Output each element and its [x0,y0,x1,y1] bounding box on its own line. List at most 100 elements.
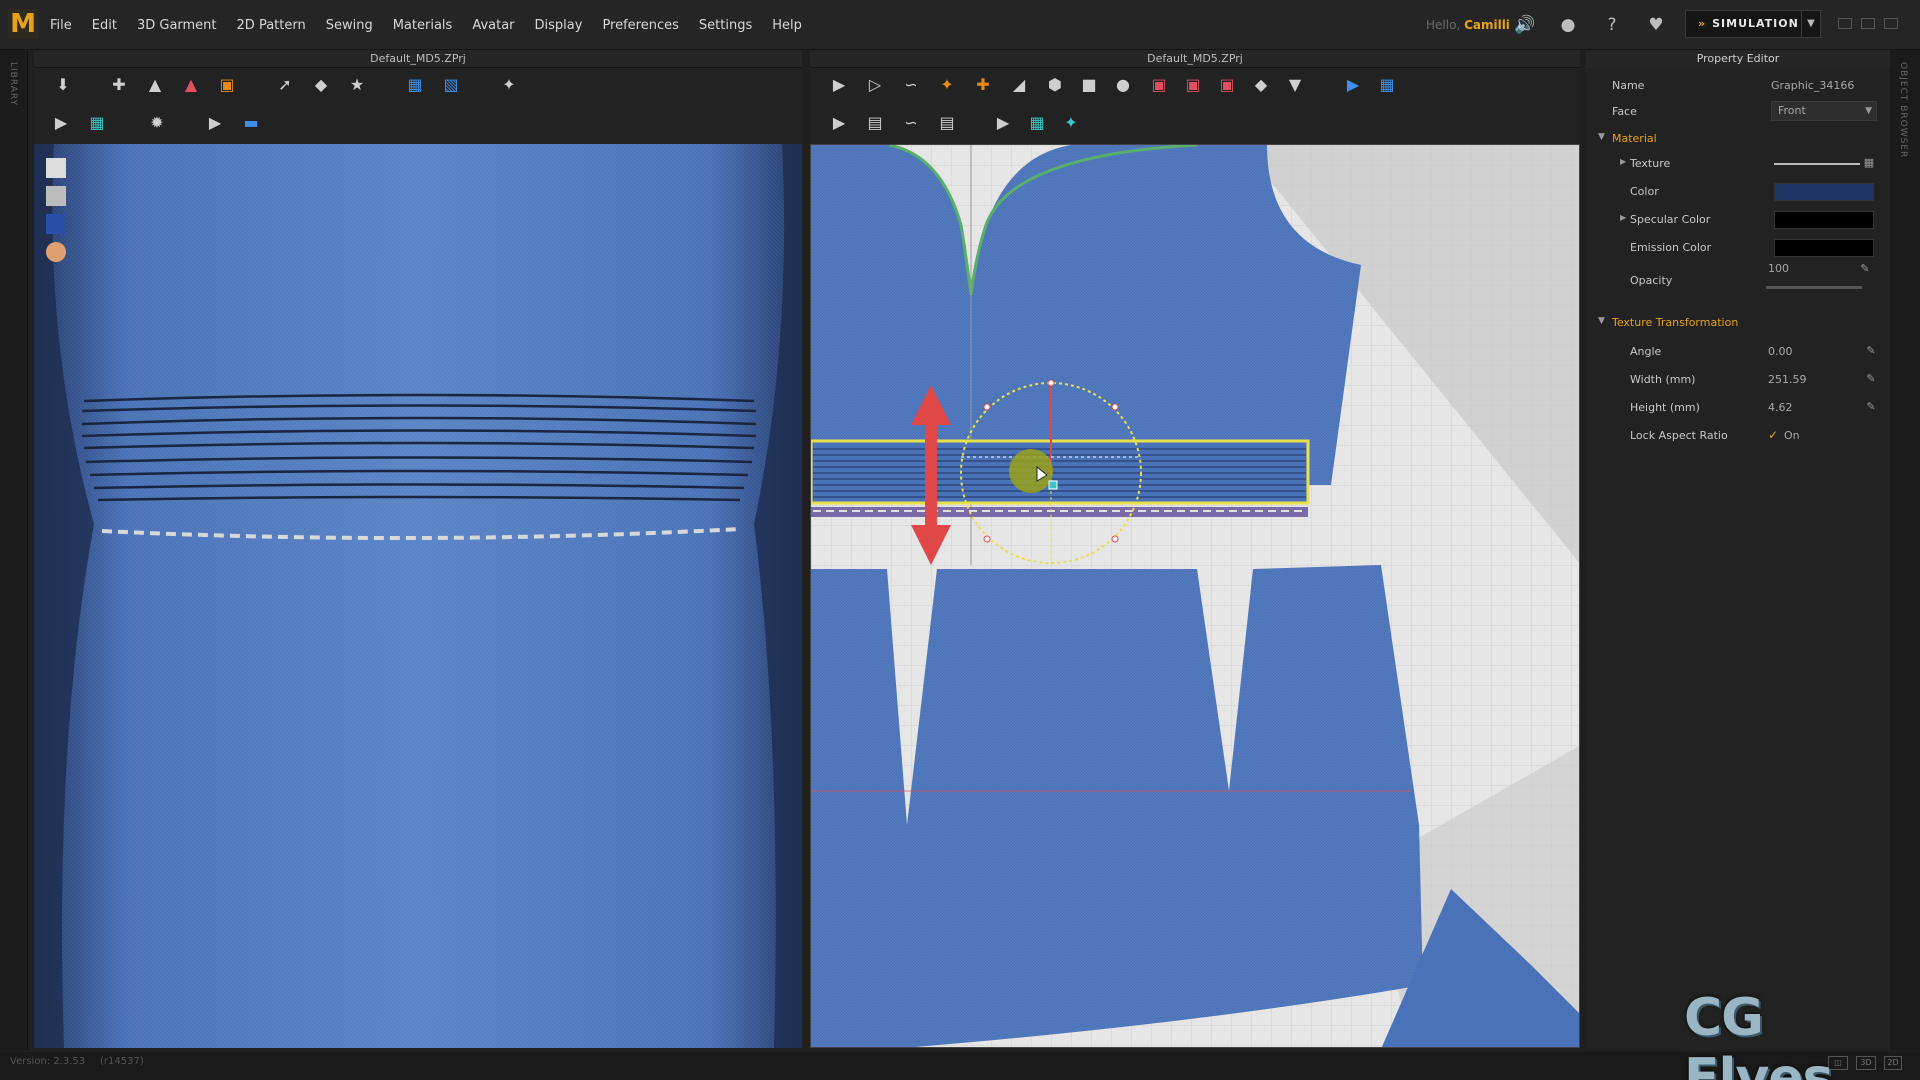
object-browser-tab[interactable]: OBJECT BROWSER [1898,62,1908,158]
fold-arrange-icon[interactable]: ▼ [1280,70,1310,100]
menu-preferences[interactable]: Preferences [602,18,678,33]
segment-sewing-icon[interactable]: ▶ [1338,70,1368,100]
internal-circle-icon[interactable]: ▣ [1212,70,1242,100]
avatar-body-icon[interactable] [46,186,66,206]
close-button[interactable] [1884,18,1898,29]
texture-grid-icon[interactable]: ▦ [82,108,112,138]
garment-icon[interactable]: ▲ [176,70,206,100]
add-point-icon[interactable]: ✚ [968,70,998,100]
edit-pattern-icon[interactable]: ▶ [824,70,854,100]
face-dropdown[interactable]: Front ▼ [1771,101,1877,121]
material-section-header[interactable]: ▼ Material [1586,128,1890,150]
garment-display-icon[interactable] [46,214,66,234]
menu-3d-garment[interactable]: 3D Garment [137,18,217,33]
menu-display[interactable]: Display [535,18,583,33]
edit-curve-icon[interactable]: ∽ [896,70,926,100]
trace-icon[interactable]: ▤ [932,108,962,138]
menu-settings[interactable]: Settings [699,18,752,33]
expand-triangle-icon[interactable]: ▶ [1620,213,1626,222]
button-icon[interactable]: ✹ [142,108,172,138]
simulation-button[interactable]: » SIMULATION [1685,10,1802,38]
dart-icon[interactable]: ◆ [1246,70,1276,100]
eraser-icon[interactable]: ◆ [306,70,336,100]
viewport-3d[interactable] [34,144,802,1048]
opacity-value[interactable]: 100 [1768,262,1789,275]
library-tab[interactable]: LIBRARY [8,62,18,106]
topstitch-icon[interactable]: ▶ [200,108,230,138]
polygon-icon[interactable]: ⬢ [1040,70,1070,100]
viewport-2d[interactable] [810,144,1580,1048]
minimize-button[interactable] [1838,18,1852,29]
edit-point-icon[interactable]: ▷ [860,70,890,100]
menu-avatar[interactable]: Avatar [472,18,514,33]
texture-transform-icon[interactable]: ▶ [824,108,854,138]
garment-select-icon[interactable]: ▲ [140,70,170,100]
pin-icon[interactable]: ▣ [212,70,242,100]
internal-polygon-icon[interactable]: ▣ [1178,70,1208,100]
mode-dropdown-arrow[interactable]: ▼ [1801,10,1821,38]
texture-browse-icon[interactable]: ▦ [1862,156,1876,170]
user-icon[interactable]: ● [1557,14,1579,36]
user-name[interactable]: Camilli [1464,18,1510,32]
arrange-icon[interactable]: ▦ [400,70,430,100]
pencil-icon[interactable]: ✎ [1858,262,1872,276]
avatar-head-icon[interactable] [46,158,66,178]
menu-materials[interactable]: Materials [393,18,453,33]
community-icon[interactable]: ♥ [1645,14,1667,36]
library-strip[interactable] [0,50,28,1050]
graphic-place-icon[interactable]: ✦ [1056,108,1086,138]
menu-sewing[interactable]: Sewing [326,18,373,33]
garment-3d-render[interactable] [34,144,802,1048]
user-greeting: Hello, Camilli [1426,18,1510,32]
help-icon[interactable]: ? [1601,14,1623,36]
free-sewing-icon[interactable]: ▦ [1372,70,1402,100]
color-swatch[interactable] [1774,183,1874,201]
edit-sewing-icon[interactable]: ∽ [896,108,926,138]
pattern-2d-canvas[interactable] [811,145,1580,1048]
menu-help[interactable]: Help [772,18,802,33]
avatar-pose-icon[interactable]: ★ [342,70,372,100]
graphic-select-icon[interactable]: ▶ [988,108,1018,138]
segment-icon[interactable]: ◢ [1004,70,1034,100]
menu-file[interactable]: File [50,18,72,33]
pencil-icon[interactable]: ✎ [1864,344,1878,358]
menu-edit[interactable]: Edit [92,18,117,33]
avatar-skin-icon[interactable] [46,242,66,262]
pencil-icon[interactable]: ✎ [1864,400,1878,414]
graphic-icon[interactable]: ▦ [1022,108,1052,138]
texture-transform-section-header[interactable]: ▼ Texture Transformation [1586,312,1890,334]
curve-point-icon[interactable]: ✦ [932,70,962,100]
emission-swatch[interactable] [1774,239,1874,257]
fitting-icon[interactable]: ▧ [436,70,466,100]
pencil-icon[interactable]: ✎ [1864,372,1878,386]
brush-icon[interactable]: ➚ [270,70,300,100]
height-value[interactable]: 4.62 [1768,401,1793,414]
opacity-slider[interactable] [1766,286,1862,289]
seamline-icon[interactable]: ▤ [860,108,890,138]
circle-icon[interactable]: ● [1108,70,1138,100]
internal-rect-icon[interactable]: ▣ [1144,70,1174,100]
name-value[interactable]: Graphic_34166 [1771,79,1854,92]
fabric-icon[interactable]: ▬ [236,108,266,138]
face-value: Front [1778,104,1806,117]
width-value[interactable]: 251.59 [1768,373,1807,386]
rectangle-icon[interactable]: ■ [1074,70,1104,100]
object-browser-strip[interactable] [1890,50,1920,1050]
pose-icon[interactable]: ✦ [494,70,524,100]
angle-value[interactable]: 0.00 [1768,345,1793,358]
texture-edit-icon[interactable]: ▶ [46,108,76,138]
menu-2d-pattern[interactable]: 2D Pattern [237,18,306,33]
expand-triangle-icon[interactable]: ▶ [1620,157,1626,166]
fold-down-icon[interactable]: ⬇ [48,70,78,100]
texture-preview-bar[interactable] [1774,163,1860,165]
height-label: Height (mm) [1630,401,1700,414]
maximize-button[interactable] [1861,18,1875,29]
lock-aspect-checkbox[interactable]: ✓ [1768,429,1780,441]
transform-icon[interactable]: ✚ [104,70,134,100]
width-row: Width (mm) 251.59 ✎ [1586,366,1890,394]
property-editor-title: Property Editor [1586,50,1890,68]
view2d-toolbar: ▶ ▷ ∽ ✦ ✚ ◢ ⬢ ■ ● ▣ ▣ ▣ ◆ ▼ ▶ ▦ ▶ ▤ ∽ ▤ … [810,68,1580,144]
specular-swatch[interactable] [1774,211,1874,229]
speaker-icon[interactable]: 🔊 [1514,14,1536,36]
menu-bar: M File Edit 3D Garment 2D Pattern Sewing… [0,0,1920,50]
